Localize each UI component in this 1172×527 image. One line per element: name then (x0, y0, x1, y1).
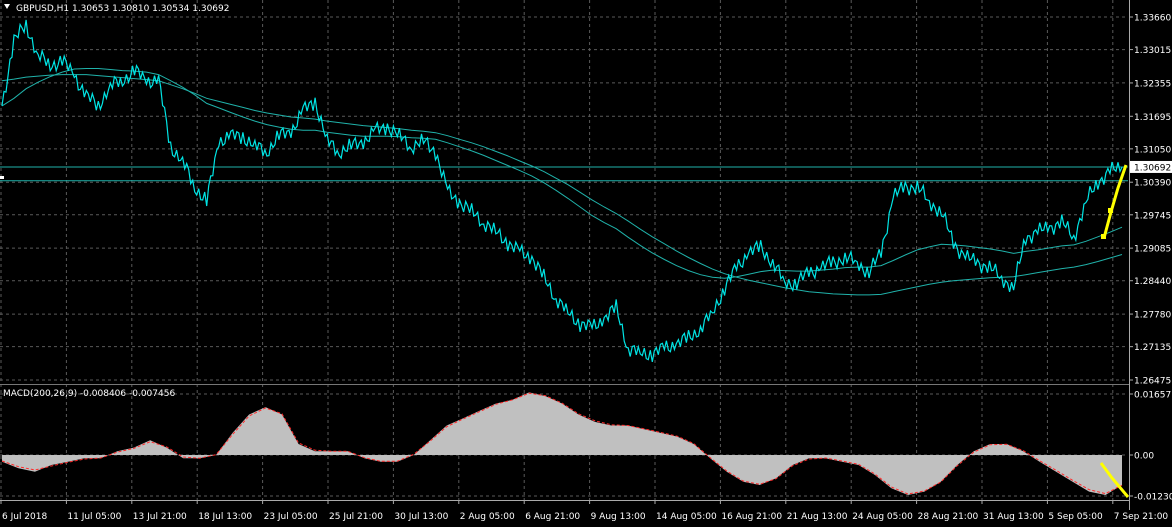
trading-chart[interactable]: GBPUSD,H1 1.30653 1.30810 1.30534 1.3069… (0, 0, 1172, 527)
price-panel-marker (0, 176, 4, 179)
price-tick-label: 1.32355 (1134, 79, 1171, 89)
price-tick-label: 1.27780 (1134, 311, 1171, 321)
price-tick-label: 1.28440 (1134, 277, 1171, 287)
time-tick-label: 11 Jul 05:00 (67, 512, 121, 522)
symbol-info: GBPUSD,H1 1.30653 1.30810 1.30534 1.3069… (16, 4, 229, 14)
time-tick-label: 21 Aug 13:00 (787, 512, 848, 522)
price-tick-label: 1.31050 (1134, 145, 1171, 155)
price-tick-label: 1.29745 (1134, 211, 1171, 221)
time-tick-label: 31 Aug 13:00 (983, 512, 1044, 522)
price-tick-label: 1.29085 (1134, 245, 1171, 255)
time-tick-label: 6 Aug 21:00 (525, 512, 580, 522)
price-axis: 1.33660 1.33015 1.32355 1.31695 1.31050 1.303… (1129, 0, 1172, 527)
price-tick-label: 1.31695 (1134, 113, 1171, 123)
time-tick-label: 28 Aug 21:00 (918, 512, 979, 522)
macd-tick-label: -0.012307 (1134, 493, 1172, 503)
trend-arrow-marker (1108, 208, 1113, 213)
time-tick-label: 5 Sep 05:00 (1048, 512, 1103, 522)
time-tick-label: 2 Aug 05:00 (460, 512, 515, 522)
time-tick-label: 23 Jul 05:00 (264, 512, 318, 522)
current-price-label: 1.30692 (1134, 163, 1171, 173)
price-tick-label: 1.27135 (1134, 343, 1171, 353)
time-tick-label: 9 Aug 13:00 (591, 512, 646, 522)
time-tick-label: 14 Aug 05:00 (656, 512, 717, 522)
time-tick-label: 24 Aug 05:00 (852, 512, 913, 522)
time-tick-label: 16 Aug 21:00 (721, 512, 782, 522)
price-tick-label: 1.30390 (1134, 179, 1171, 189)
time-tick-label: 7 Sep 21:00 (1114, 512, 1169, 522)
time-tick-label: 25 Jul 21:00 (329, 512, 383, 522)
time-tick-label: 30 Jul 13:00 (394, 512, 448, 522)
time-tick-label: 13 Jul 21:00 (133, 512, 187, 522)
macd-info: MACD(200,26,9) -0.008406 -0.007456 (3, 389, 175, 399)
time-tick-label: 6 Jul 2018 (2, 512, 47, 522)
price-tick-label: 1.33015 (1134, 46, 1171, 56)
price-tick-label: 1.33660 (1134, 14, 1171, 24)
macd-tick-label: 0.01657 (1134, 391, 1171, 401)
price-tick-label: 1.26475 (1134, 377, 1171, 387)
trend-arrow-marker (1101, 234, 1106, 239)
macd-tick-label: 0.00 (1134, 452, 1154, 462)
time-tick-label: 18 Jul 13:00 (198, 512, 252, 522)
